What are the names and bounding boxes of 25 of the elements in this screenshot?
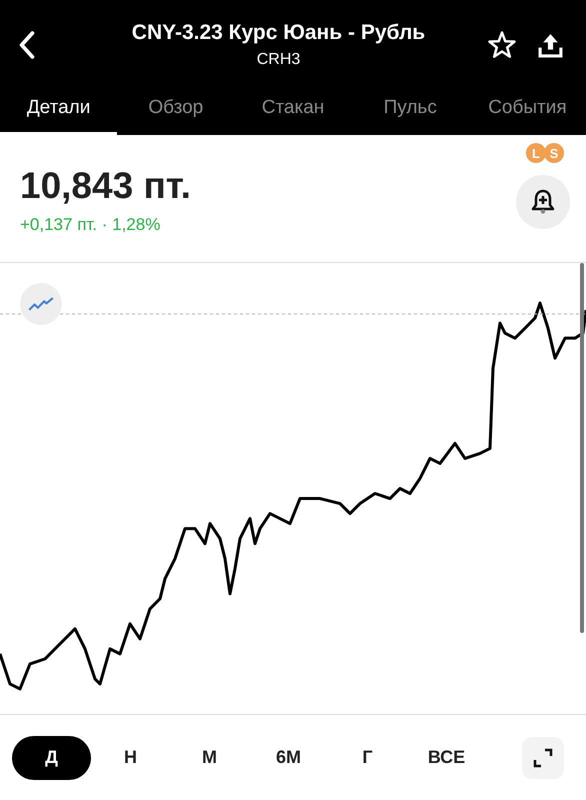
price-value: 10,843 пт. <box>20 165 191 207</box>
chart-type-button[interactable] <box>20 283 62 325</box>
period-tab[interactable]: М <box>170 736 249 780</box>
price-change: +0,137 пт. · 1,28% <box>20 215 162 235</box>
tab[interactable]: Обзор <box>117 90 234 135</box>
tab[interactable]: Стакан <box>234 90 352 135</box>
tab[interactable]: События <box>468 90 586 135</box>
expand-button[interactable] <box>522 736 564 778</box>
period-tab[interactable]: 6М <box>249 736 328 780</box>
window-title: CNY-3.23 Курс Юань - Рубль <box>132 21 426 45</box>
expand-icon <box>533 748 553 768</box>
badge: L <box>526 143 546 163</box>
tab[interactable]: Детали <box>0 90 118 135</box>
star-icon[interactable] <box>487 30 517 60</box>
period-tab[interactable]: Н <box>91 736 170 780</box>
back-icon[interactable] <box>18 31 36 59</box>
bell-plus-icon <box>531 189 555 215</box>
period-tab[interactable]: Г <box>328 736 407 780</box>
line-chart-icon <box>28 296 54 312</box>
share-icon[interactable] <box>537 32 564 58</box>
period-tab[interactable]: ВСЕ <box>407 736 486 780</box>
ticker-label: CRH3 <box>256 51 300 69</box>
period-tab[interactable]: Д <box>12 736 91 780</box>
badge: S <box>544 143 564 163</box>
tab[interactable]: Пульс <box>352 90 469 135</box>
